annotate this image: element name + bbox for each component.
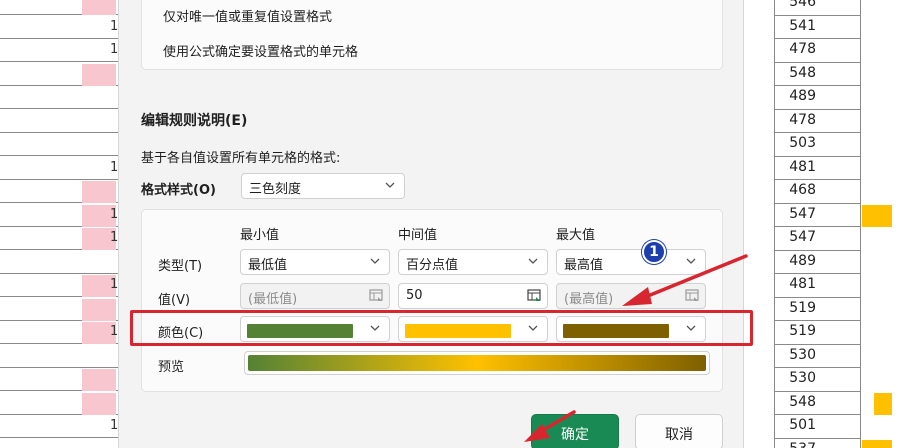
sheet-cell[interactable]: 489 xyxy=(775,250,861,274)
sheet-cell[interactable]: 530 xyxy=(775,368,861,392)
sheet-cell[interactable]: 501 xyxy=(775,415,861,439)
sheet-cell[interactable]: 478 xyxy=(775,109,861,133)
min-value-text: (最低值) xyxy=(248,292,298,307)
sheet-cell[interactable]: 481 xyxy=(775,156,861,180)
sheet-row xyxy=(0,157,118,180)
sheet-row xyxy=(0,345,118,368)
mid-type-select[interactable]: 百分点值 xyxy=(398,249,548,275)
column-mid-header: 中间值 xyxy=(398,228,438,243)
sheet-cell[interactable]: 530 xyxy=(775,344,861,368)
min-type-value: 最低值 xyxy=(248,258,288,273)
color-row-highlight-box xyxy=(130,310,753,346)
sheet-cell[interactable]: 548 xyxy=(775,62,861,86)
step-number-badge: 1 xyxy=(642,240,666,264)
sheet-cell-value: 1 xyxy=(110,277,119,292)
sheet-row xyxy=(0,439,118,448)
highlighted-cell[interactable] xyxy=(862,204,892,227)
format-style-value: 三色刻度 xyxy=(249,182,302,197)
highlighted-cell[interactable] xyxy=(82,63,116,86)
max-type-select[interactable]: 最高值 xyxy=(556,249,706,275)
cell-picker-icon xyxy=(369,289,383,301)
sheet-row xyxy=(0,133,118,156)
sheet-cell[interactable]: 468 xyxy=(775,180,861,204)
chevron-down-icon xyxy=(528,258,538,264)
format-all-cells-description: 基于各自值设置所有单元格的格式: xyxy=(141,151,341,166)
max-value-text: (最高值) xyxy=(564,292,614,307)
sheet-right-columns: 546 541 478 548 489 478 503 481 468 547 547 489 481 5… xyxy=(774,0,899,448)
cell-picker-icon[interactable] xyxy=(527,289,541,303)
rule-type-list: 仅对唯一值或重复值设置格式 使用公式确定要设置格式的单元格 xyxy=(141,0,723,70)
sheet-cell[interactable]: 537 xyxy=(775,438,861,448)
sheet-cell[interactable]: 548 xyxy=(775,391,861,415)
highlighted-cell[interactable] xyxy=(82,369,116,391)
color-scale-preview xyxy=(244,351,710,375)
highlighted-cell[interactable] xyxy=(82,392,116,415)
sheet-cell[interactable]: 546 xyxy=(775,0,861,16)
mid-type-value: 百分点值 xyxy=(406,258,459,273)
value-row-label: 值(V) xyxy=(158,293,191,308)
sheet-cell[interactable]: 503 xyxy=(775,133,861,157)
chevron-down-icon xyxy=(370,258,380,264)
max-value-field: (最高值) xyxy=(556,283,706,309)
rule-type-unique-duplicate[interactable]: 仅对唯一值或重复值设置格式 xyxy=(163,6,332,25)
sheet-cell-value: 1 xyxy=(110,230,119,245)
sheet-cell-value: 1 xyxy=(110,159,119,175)
chevron-down-icon xyxy=(686,258,696,264)
sheet-row xyxy=(0,110,118,133)
column-max-header: 最大值 xyxy=(556,228,596,243)
sheet-cell[interactable]: 519 xyxy=(775,297,861,321)
sheet-cell[interactable]: 541 xyxy=(775,15,861,39)
sheet-cell[interactable]: 547 xyxy=(775,203,861,227)
sheet-cell-value: 1 xyxy=(110,18,119,34)
sheet-cell[interactable]: 547 xyxy=(775,227,861,251)
preview-gradient xyxy=(248,355,706,371)
mid-value-field[interactable]: 50 xyxy=(398,283,548,309)
sheet-cell[interactable]: 489 xyxy=(775,86,861,110)
edit-rule-section-title: 编辑规则说明(E) xyxy=(141,113,248,129)
sheet-row xyxy=(0,39,118,62)
sheet-cell-value: 1 xyxy=(110,418,119,433)
sheet-left-columns: 1 1 1 1 1 1 1 1 xyxy=(0,0,118,448)
highlighted-cell[interactable] xyxy=(82,298,116,321)
highlighted-cell[interactable] xyxy=(82,0,116,15)
sheet-cell-value: 1 xyxy=(110,206,119,222)
format-style-select[interactable]: 三色刻度 xyxy=(241,173,405,199)
type-row-label: 类型(T) xyxy=(158,259,203,274)
highlighted-cell[interactable] xyxy=(862,439,892,448)
sheet-cell-value: 1 xyxy=(110,42,119,57)
sheet-cell[interactable]: 519 xyxy=(775,321,861,345)
cancel-button[interactable]: 取消 xyxy=(635,414,723,448)
sheet-row xyxy=(0,16,118,39)
mid-value-text: 50 xyxy=(406,288,423,303)
highlighted-cell[interactable] xyxy=(82,181,116,203)
sheet-row xyxy=(0,86,118,109)
format-style-label: 格式样式(O) xyxy=(141,183,216,198)
ok-button[interactable]: 确定 xyxy=(531,414,619,448)
sheet-cell[interactable]: 481 xyxy=(775,274,861,298)
highlighted-cell[interactable] xyxy=(874,392,892,415)
rule-type-formula[interactable]: 使用公式确定要设置格式的单元格 xyxy=(163,41,358,60)
preview-row-label: 预览 xyxy=(158,360,185,375)
sheet-cell[interactable]: 478 xyxy=(775,39,861,63)
min-value-field: (最低值) xyxy=(240,283,390,309)
min-type-select[interactable]: 最低值 xyxy=(240,249,390,275)
sheet-row xyxy=(0,415,118,438)
column-min-header: 最小值 xyxy=(240,228,280,243)
conditional-format-dialog: 仅对唯一值或重复值设置格式 使用公式确定要设置格式的单元格 编辑规则说明(E) … xyxy=(118,0,744,448)
max-type-value: 最高值 xyxy=(564,258,604,273)
chevron-down-icon xyxy=(385,182,395,188)
cell-picker-icon xyxy=(685,289,699,301)
sheet-row xyxy=(0,251,118,274)
sheet-cell-value: 1 xyxy=(110,324,119,339)
three-color-scale-panel: 最小值 中间值 最大值 类型(T) 最低值 百分点值 最高值 值(V) (最低值… xyxy=(141,209,723,392)
